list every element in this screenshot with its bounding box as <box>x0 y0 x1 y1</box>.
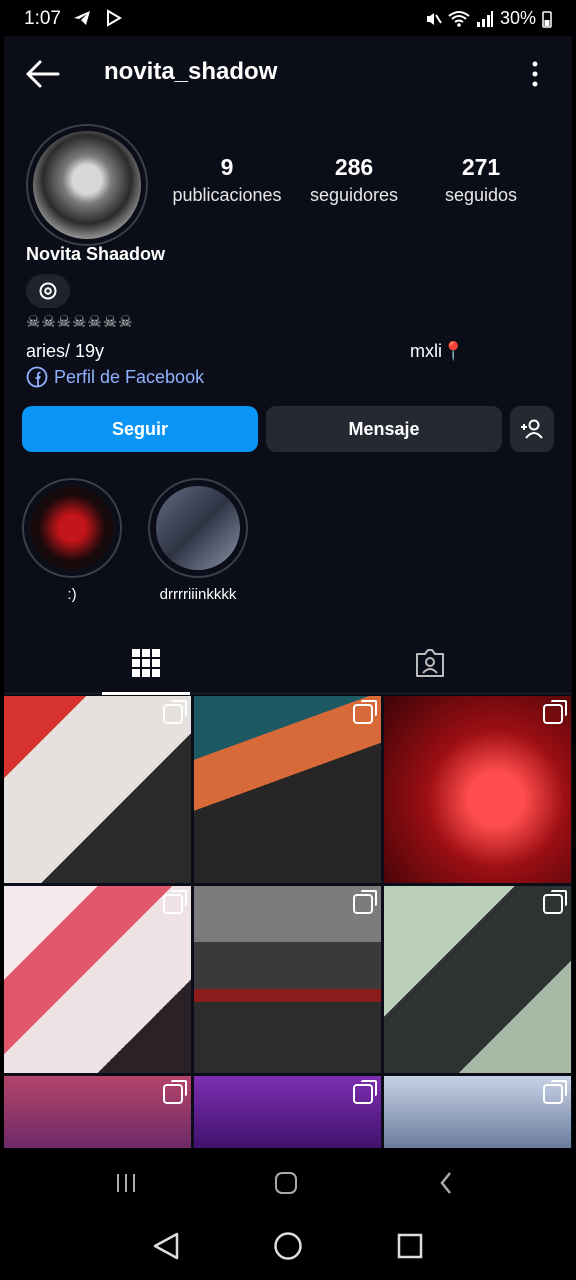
play-store-icon <box>107 9 122 27</box>
carousel-icon <box>543 1080 567 1104</box>
post-thumbnail[interactable] <box>4 696 191 883</box>
highlight-cover <box>156 486 240 570</box>
carousel-icon <box>353 1080 377 1104</box>
post-thumbnail[interactable] <box>384 886 571 1073</box>
carousel-icon <box>543 890 567 914</box>
nav-back-button[interactable] <box>148 1228 184 1264</box>
post-thumbnail[interactable] <box>384 696 571 883</box>
stat-label: seguidos <box>444 185 518 205</box>
post-thumbnail[interactable] <box>194 1076 381 1148</box>
facebook-link-label: Perfil de Facebook <box>54 366 205 387</box>
profile-stats: 9 publicaciones 286 seguidores 271 segui… <box>164 154 544 206</box>
triangle-back-icon <box>153 1232 179 1260</box>
avatar-image <box>33 131 141 239</box>
status-time: 1:07 <box>24 8 61 29</box>
profile-tabs <box>4 632 572 695</box>
highlight-cover <box>30 486 114 570</box>
carousel-icon <box>353 890 377 914</box>
profile-username: novita_shadow <box>104 58 278 85</box>
telegram-icon <box>74 11 90 25</box>
tab-posts[interactable] <box>4 632 288 695</box>
profile-screen: novita_shadow 9 publicaciones 286 seguid… <box>4 36 572 1148</box>
posts-grid <box>4 696 572 1148</box>
stat-following[interactable]: 271 seguidos <box>418 154 544 206</box>
signal-icon <box>476 10 493 27</box>
tagged-person-icon <box>416 649 444 677</box>
post-thumbnail[interactable] <box>194 696 381 883</box>
mute-icon <box>426 12 442 25</box>
add-user-icon <box>521 419 543 439</box>
post-thumbnail[interactable] <box>4 1076 191 1148</box>
bio-location: mxli📍 <box>410 341 465 361</box>
display-name: Novita Shaadow <box>26 244 166 264</box>
battery-percent: 30% <box>499 8 536 28</box>
post-thumbnail[interactable] <box>194 886 381 1073</box>
nav-home-button[interactable] <box>270 1228 306 1264</box>
chevron-left-icon <box>440 1172 451 1194</box>
follow-button[interactable]: Seguir <box>22 406 258 452</box>
story-highlight[interactable]: drrrriiinkkkk <box>146 478 250 603</box>
stat-value: 271 <box>461 154 501 180</box>
message-button[interactable]: Mensaje <box>266 406 502 452</box>
carousel-icon <box>163 700 187 724</box>
top-bar: novita_shadow <box>4 36 572 112</box>
circle-home-icon <box>274 1232 302 1260</box>
square-recents-icon <box>397 1233 423 1259</box>
stat-label: publicaciones <box>172 185 282 205</box>
stat-value: 9 <box>220 154 234 180</box>
home-button[interactable] <box>268 1168 304 1198</box>
post-thumbnail[interactable] <box>4 886 191 1073</box>
grid-icon <box>132 649 160 677</box>
back-arrow-icon[interactable] <box>24 58 60 90</box>
more-options-icon[interactable] <box>528 60 542 88</box>
facebook-icon <box>26 366 48 388</box>
stat-label: seguidores <box>309 185 399 205</box>
status-bar: 1:07 30% <box>0 0 576 38</box>
carousel-icon <box>543 700 567 724</box>
bio-symbols: ☠☠☠☠☠☠☠ <box>26 314 134 331</box>
bio-line: aries/ 19y <box>26 341 105 361</box>
nav-recents-button[interactable] <box>392 1228 428 1264</box>
highlight-label: :) <box>67 586 77 603</box>
battery-icon <box>542 10 552 28</box>
recent-apps-icon <box>117 1174 135 1192</box>
active-tab-indicator <box>102 692 190 695</box>
stat-value: 286 <box>334 154 374 180</box>
stat-posts[interactable]: 9 publicaciones <box>164 154 290 206</box>
avatar[interactable] <box>26 124 148 246</box>
stat-followers[interactable]: 286 seguidores <box>291 154 417 206</box>
story-highlight[interactable]: :) <box>20 478 124 603</box>
threads-icon <box>39 282 57 300</box>
back-button[interactable] <box>428 1168 464 1198</box>
carousel-icon <box>163 890 187 914</box>
carousel-icon <box>163 1080 187 1104</box>
threads-badge[interactable] <box>26 274 70 308</box>
recent-apps-button[interactable] <box>108 1168 144 1198</box>
carousel-icon <box>353 700 377 724</box>
wifi-icon <box>448 10 470 27</box>
tab-tagged[interactable] <box>288 632 572 694</box>
suggest-users-button[interactable] <box>510 406 554 452</box>
system-key-bar <box>0 1148 576 1218</box>
navigation-bar <box>0 1218 576 1280</box>
facebook-profile-link[interactable]: Perfil de Facebook <box>26 366 204 388</box>
home-icon <box>275 1172 297 1194</box>
highlight-label: drrrriiinkkkk <box>159 586 237 603</box>
post-thumbnail[interactable] <box>384 1076 571 1148</box>
